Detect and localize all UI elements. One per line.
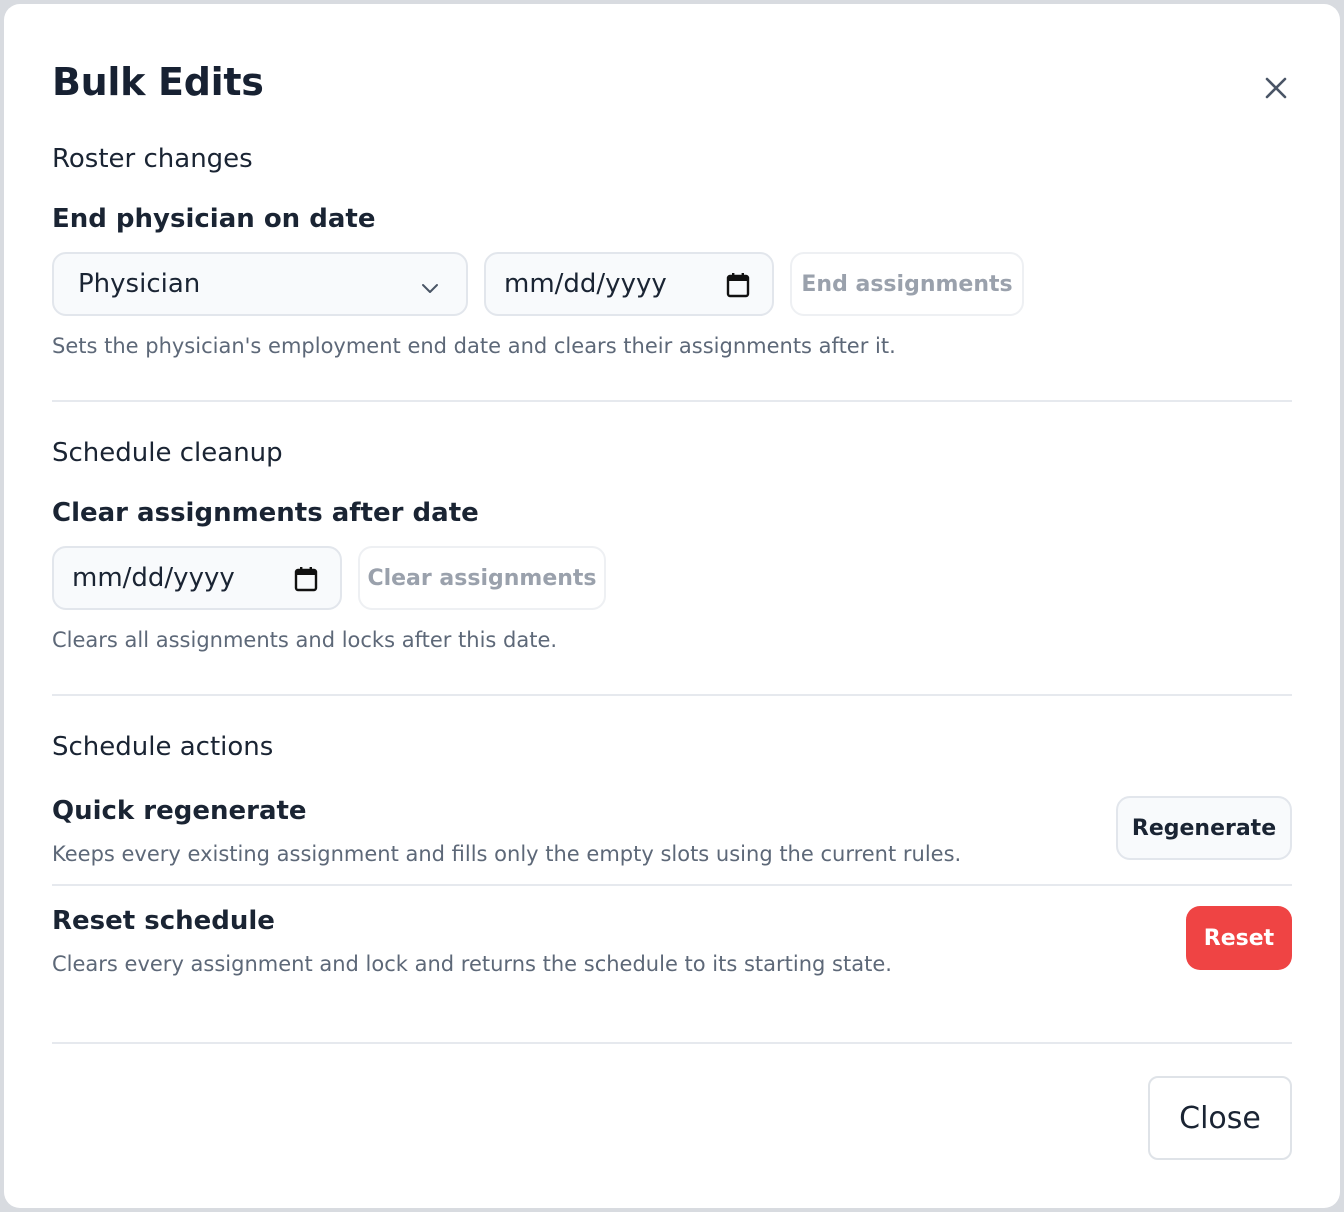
clear-date-input[interactable]: mm/dd/yyyy — [52, 546, 342, 610]
regenerate-button[interactable]: Regenerate — [1116, 796, 1292, 860]
bulk-edits-dialog: Bulk Edits Roster changes End physician … — [4, 4, 1340, 1208]
quick-regenerate-label: Quick regenerate — [52, 796, 307, 826]
cleanup-help-text: Clears all assignments and locks after t… — [52, 628, 558, 652]
field-label-clear-after: Clear assignments after date — [52, 498, 479, 528]
clear-assignments-button[interactable]: Clear assignments — [358, 546, 606, 610]
divider — [52, 884, 1292, 886]
reset-schedule-label: Reset schedule — [52, 906, 275, 936]
section-title-actions: Schedule actions — [52, 732, 274, 762]
section-title-roster: Roster changes — [52, 144, 253, 174]
quick-regenerate-description: Keeps every existing assignment and fill… — [52, 842, 962, 866]
footer-divider — [52, 1042, 1292, 1044]
end-date-placeholder: mm/dd/yyyy — [504, 269, 667, 299]
physician-select[interactable]: Physician — [52, 252, 468, 316]
calendar-icon[interactable] — [294, 566, 318, 599]
clear-date-placeholder: mm/dd/yyyy — [72, 563, 235, 593]
calendar-icon[interactable] — [726, 272, 750, 305]
reset-schedule-description: Clears every assignment and lock and ret… — [52, 952, 892, 976]
roster-help-text: Sets the physician's employment end date… — [52, 334, 896, 358]
physician-select-value: Physician — [78, 269, 201, 299]
dialog-title: Bulk Edits — [52, 60, 264, 104]
end-date-input[interactable]: mm/dd/yyyy — [484, 252, 774, 316]
divider — [52, 694, 1292, 696]
section-title-cleanup: Schedule cleanup — [52, 438, 283, 468]
field-label-end-physician: End physician on date — [52, 204, 376, 234]
close-button[interactable]: Close — [1148, 1076, 1292, 1160]
end-assignments-button[interactable]: End assignments — [790, 252, 1024, 316]
chevron-down-icon — [420, 275, 440, 305]
reset-button[interactable]: Reset — [1186, 906, 1292, 970]
divider — [52, 400, 1292, 402]
close-icon[interactable] — [1260, 72, 1292, 104]
